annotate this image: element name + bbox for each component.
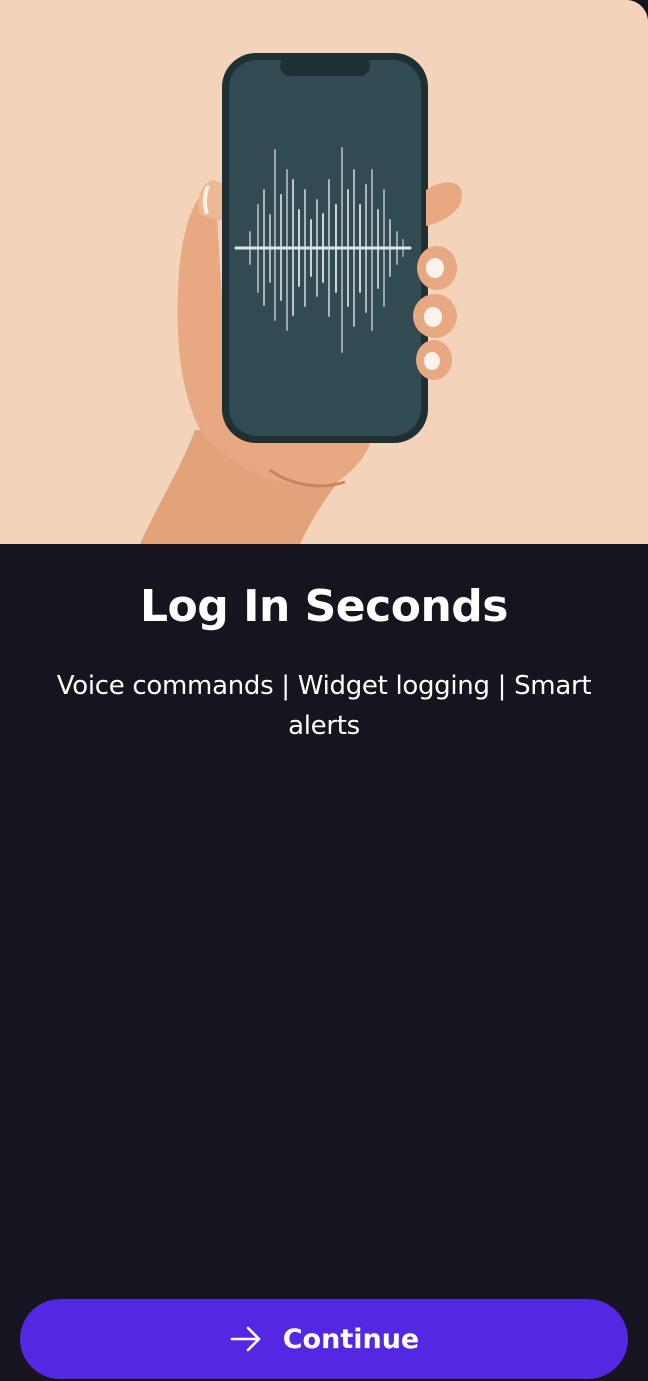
arrow-right-icon [230, 1326, 261, 1352]
hand-phone-waveform-illustration [0, 0, 648, 544]
continue-button[interactable]: Continue [20, 1299, 628, 1379]
onboarding-illustration [0, 0, 648, 544]
continue-button-label: Continue [282, 1323, 420, 1355]
onboarding-screen: Log In Seconds Voice commands | Widget l… [0, 0, 648, 1381]
page-title: Log In Seconds [140, 581, 508, 632]
page-subtitle: Voice commands | Widget logging | Smart … [56, 671, 592, 741]
